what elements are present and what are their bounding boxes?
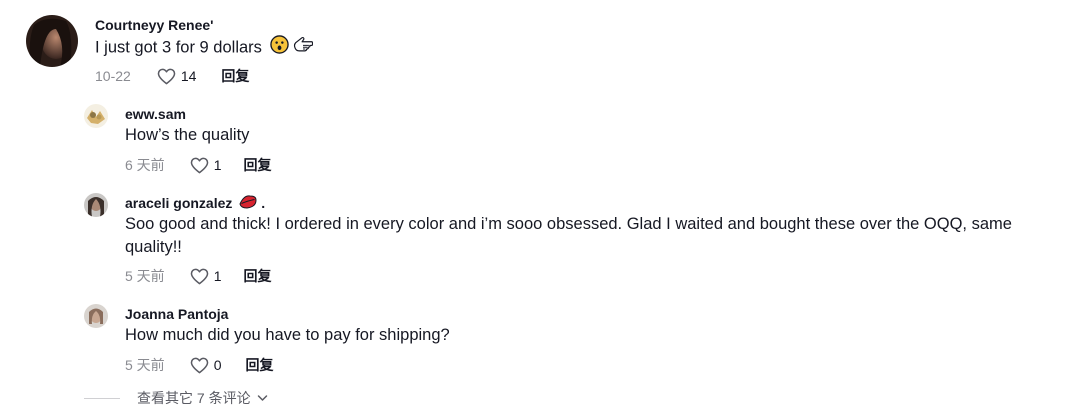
comment-text-content: I just got 3 for 9 dollars xyxy=(95,38,262,57)
comment-username-text: araceli gonzalez xyxy=(125,195,233,211)
lips-emoji-icon xyxy=(238,193,258,213)
comment-date: 6 天前 xyxy=(125,157,165,173)
avatar[interactable] xyxy=(26,15,78,67)
comment-text: I just got 3 for 9 dollars xyxy=(95,35,314,61)
comment-username[interactable]: Courtneyy Renee' xyxy=(95,17,213,33)
comment-meta: 5 天前 0 回复 xyxy=(125,355,273,375)
comment-date: 5 天前 xyxy=(125,357,165,373)
comment-username[interactable]: araceli gonzalez . xyxy=(125,195,265,213)
comment-text: How much did you have to pay for shippin… xyxy=(125,326,450,344)
view-more-replies-button[interactable]: 查看其它 7 条评论 xyxy=(137,388,268,408)
chevron-down-icon xyxy=(257,394,268,402)
comment-username-suffix: . xyxy=(261,195,266,211)
pointing-hand-emoji-icon xyxy=(293,36,314,60)
like-count: 0 xyxy=(213,357,222,373)
avatar[interactable] xyxy=(84,304,108,328)
like-button[interactable]: 1 xyxy=(190,268,222,285)
divider xyxy=(84,397,120,399)
reply-button[interactable]: 回复 xyxy=(243,266,271,286)
heart-outline-icon xyxy=(190,268,209,285)
view-more-replies-label: 查看其它 7 条评论 xyxy=(137,390,251,406)
view-more-replies-row: 查看其它 7 条评论 xyxy=(84,388,268,408)
comment-username[interactable]: Joanna Pantoja xyxy=(125,306,228,322)
astonished-face-emoji-icon xyxy=(269,35,289,61)
comment-date: 5 天前 xyxy=(125,268,165,284)
comment-date: 10-22 xyxy=(95,68,131,84)
comment-username[interactable]: eww.sam xyxy=(125,106,186,122)
like-button[interactable]: 1 xyxy=(190,157,222,174)
like-button[interactable]: 14 xyxy=(157,68,197,85)
reply-button[interactable]: 回复 xyxy=(243,155,271,175)
heart-outline-icon xyxy=(190,157,209,174)
avatar[interactable] xyxy=(84,193,108,217)
comment-meta: 5 天前 1 回复 xyxy=(125,266,271,286)
heart-outline-icon xyxy=(157,68,176,85)
comment-meta: 10-22 14 回复 xyxy=(95,66,249,86)
like-button[interactable]: 0 xyxy=(190,357,222,374)
comment-text: Soo good and thick! I ordered in every c… xyxy=(125,215,1012,256)
like-count: 14 xyxy=(180,68,197,84)
comment-meta: 6 天前 1 回复 xyxy=(125,155,271,175)
avatar[interactable] xyxy=(84,104,108,128)
like-count: 1 xyxy=(213,268,222,284)
reply-button[interactable]: 回复 xyxy=(245,355,273,375)
reply-button[interactable]: 回复 xyxy=(221,66,249,86)
like-count: 1 xyxy=(213,157,222,173)
comment-text: How’s the quality xyxy=(125,126,250,144)
heart-outline-icon xyxy=(190,357,209,374)
